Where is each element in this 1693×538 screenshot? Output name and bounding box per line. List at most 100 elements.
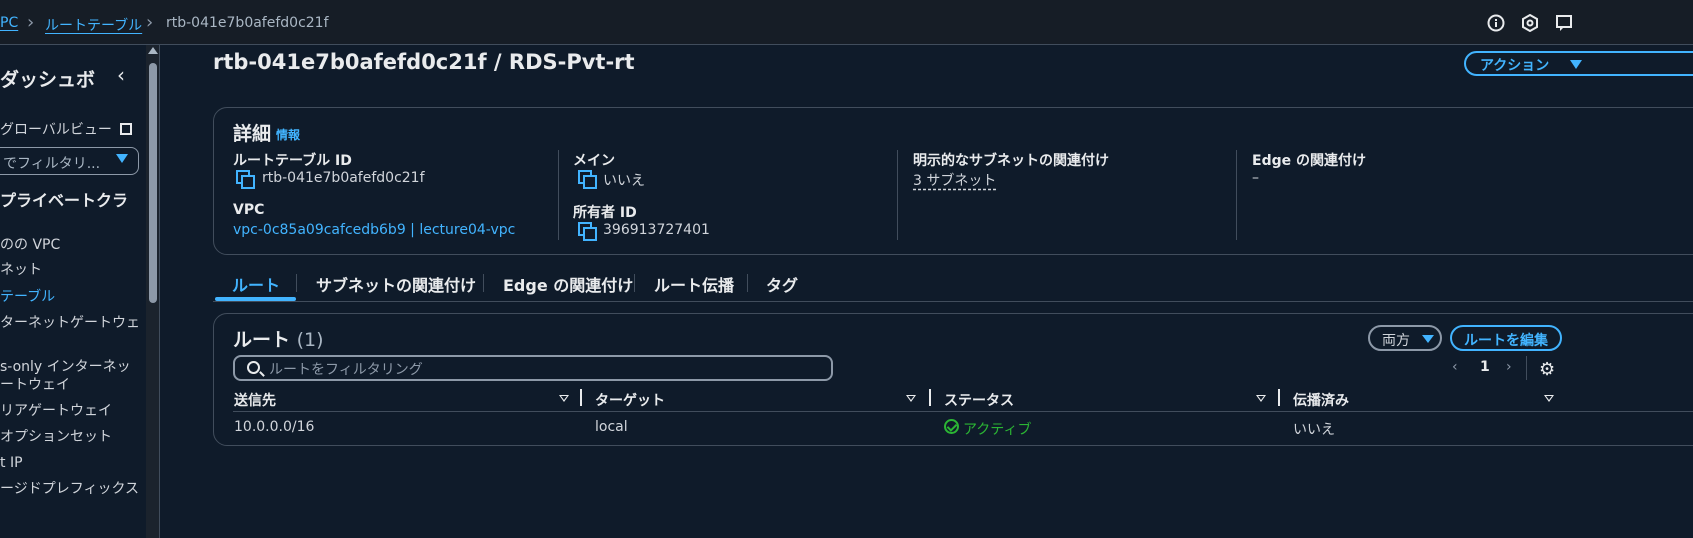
top-bar: PC › ルートテーブル › rtb-041e7b0afefd0c21f	[0, 0, 1693, 45]
route-table-id-label: ルートテーブル ID	[233, 153, 352, 169]
column-divider[interactable]	[1278, 389, 1280, 406]
tab-subnet-associations[interactable]: サブネットの関連付け	[316, 272, 476, 296]
routes-search-input[interactable]: ルートをフィルタリング	[233, 355, 833, 381]
column-header-destination[interactable]: 送信先	[234, 390, 276, 410]
collapse-sidebar-icon[interactable]: ‹	[117, 63, 125, 87]
caret-down-icon	[116, 154, 128, 163]
explicit-subnet-assoc-value[interactable]: 3 サブネット	[913, 170, 996, 190]
tab-divider	[747, 274, 748, 292]
search-icon	[247, 361, 260, 374]
routes-count: (1)	[296, 329, 324, 351]
tab-divider	[296, 274, 297, 292]
sidebar-item-route-tables[interactable]: テーブル	[0, 288, 55, 307]
sidebar-item-label: グローバルビュー	[0, 122, 112, 138]
owner-id-value: 396913727401	[603, 222, 710, 238]
sort-caret-icon[interactable]	[559, 395, 569, 402]
external-link-icon	[120, 123, 133, 135]
breadcrumb-current: rtb-041e7b0afefd0c21f	[166, 15, 329, 31]
sidebar-item-egress-only-gateways[interactable]: s-only インターネッ	[0, 358, 131, 377]
tab-divider	[634, 274, 635, 292]
main-value: いいえ	[603, 173, 645, 189]
copy-icon[interactable]	[236, 170, 255, 189]
vpc-filter-value: でフィルタリ...	[3, 156, 101, 172]
route-table-id-value: rtb-041e7b0afefd0c21f	[262, 170, 425, 186]
vpc-filter-select[interactable]: でフィルタリ...	[0, 147, 139, 175]
check-circle-icon	[944, 419, 959, 434]
sidebar-scroll-thumb[interactable]	[149, 63, 157, 303]
feedback-icon[interactable]	[1555, 14, 1573, 32]
column-divider[interactable]	[929, 389, 931, 406]
routes-heading-text: ルート	[233, 329, 291, 351]
sidebar-item-egress-only-gateways-cont[interactable]: ートウェイ	[0, 376, 70, 395]
routes-search-placeholder: ルートをフィルタリング	[269, 362, 423, 378]
table-header-divider	[233, 411, 1693, 412]
next-page-icon[interactable]: ›	[1506, 359, 1512, 375]
breadcrumb-separator: ›	[146, 12, 154, 33]
details-panel: 詳細 情報 ルートテーブル ID rtb-041e7b0afefd0c21f V…	[213, 107, 1693, 255]
sidebar-item-carrier-gateways[interactable]: リアゲートウェイ	[0, 402, 112, 421]
sort-caret-icon[interactable]	[1256, 395, 1266, 402]
actions-label: アクション	[1480, 58, 1550, 74]
sidebar-item-global-view[interactable]: グローバルビュー	[0, 121, 133, 140]
propagation-filter-select[interactable]: 両方	[1368, 325, 1442, 351]
details-column-1: ルートテーブル ID rtb-041e7b0afefd0c21f VPC vpc…	[233, 150, 558, 240]
column-header-target[interactable]: ターゲット	[595, 390, 665, 410]
details-heading: 詳細	[233, 123, 272, 145]
copy-icon[interactable]	[578, 222, 597, 241]
sidebar: ダッシュボ ‹ グローバルビュー でフィルタリ... プライベートクラ のの V…	[0, 45, 160, 538]
sidebar-item-dhcp-option-sets[interactable]: オプションセット	[0, 428, 112, 447]
breadcrumb-separator: ›	[27, 12, 35, 33]
gear-icon[interactable]: ⚙	[1539, 359, 1555, 380]
edit-routes-button[interactable]: ルートを編集	[1450, 325, 1562, 351]
tab-bar: ルート サブネットの関連付け Edge の関連付け ルート伝播 タグ	[213, 268, 1693, 302]
edit-routes-label: ルートを編集	[1464, 333, 1548, 349]
breadcrumb-vpc[interactable]: PC	[0, 15, 18, 31]
caret-down-icon	[1422, 335, 1434, 343]
tab-edge-associations[interactable]: Edge の関連付け	[503, 272, 633, 296]
info-icon[interactable]	[1487, 14, 1505, 32]
route-propagated: いいえ	[1293, 422, 1335, 438]
sidebar-title[interactable]: ダッシュボ	[0, 65, 95, 92]
sidebar-item-subnets[interactable]: ネット	[0, 261, 42, 280]
pager-divider	[1526, 356, 1527, 380]
propagation-filter-value: 両方	[1382, 333, 1410, 349]
scroll-up-icon[interactable]	[148, 47, 158, 54]
details-column-4: Edge の関連付け –	[1236, 150, 1536, 240]
page-title: rtb-041e7b0afefd0c21f / RDS-Pvt-rt	[213, 50, 635, 74]
vpc-label: VPC	[233, 202, 265, 218]
info-link[interactable]: 情報	[276, 126, 300, 143]
column-header-propagated[interactable]: 伝播済み	[1293, 390, 1349, 410]
details-column-3: 明示的なサブネットの関連付け 3 サブネット	[897, 150, 1237, 240]
main-label: メイン	[573, 153, 615, 169]
owner-id-label: 所有者 ID	[573, 205, 637, 221]
sidebar-item-managed-prefix-lists[interactable]: ージドプレフィックス	[0, 480, 139, 499]
column-header-status[interactable]: ステータス	[944, 390, 1014, 410]
route-destination: 10.0.0.0/16	[234, 419, 315, 435]
sidebar-item-your-vpcs[interactable]: のの VPC	[0, 236, 60, 255]
explicit-subnet-assoc-label: 明示的なサブネットの関連付け	[913, 153, 1109, 169]
sort-caret-icon[interactable]	[1544, 395, 1554, 402]
sidebar-item-internet-gateways[interactable]: ターネットゲートウェ	[0, 314, 140, 333]
edge-assoc-value: –	[1252, 170, 1259, 186]
details-column-2: メイン いいえ 所有者 ID 396913727401	[558, 150, 898, 241]
tab-route-propagation[interactable]: ルート伝播	[654, 272, 734, 296]
prev-page-icon[interactable]: ‹	[1452, 359, 1458, 375]
sidebar-section-title: プライベートクラ	[0, 191, 129, 210]
route-status: アクティブ	[963, 422, 1032, 438]
edge-assoc-label: Edge の関連付け	[1252, 153, 1366, 169]
route-target: local	[595, 419, 628, 435]
page-number[interactable]: 1	[1480, 359, 1490, 375]
tab-tags[interactable]: タグ	[766, 272, 798, 296]
vpc-link[interactable]: vpc-0c85a09cafcedb6b9 | lecture04-vpc	[233, 222, 515, 238]
active-tab-indicator	[215, 297, 296, 301]
actions-button[interactable]: アクション	[1464, 51, 1693, 76]
routes-panel: ルート (1) 両方 ルートを編集 ルートをフィルタリング ‹ 1 › ⚙ 送信…	[213, 313, 1693, 446]
tab-routes[interactable]: ルート	[232, 272, 280, 296]
sort-caret-icon[interactable]	[906, 395, 916, 402]
caret-down-icon	[1570, 60, 1582, 69]
column-divider[interactable]	[580, 389, 582, 406]
sidebar-item-elastic-ips[interactable]: t IP	[0, 454, 23, 473]
notifications-icon[interactable]	[1521, 14, 1539, 32]
breadcrumb-route-tables[interactable]: ルートテーブル	[45, 15, 142, 35]
copy-icon[interactable]	[578, 170, 597, 189]
